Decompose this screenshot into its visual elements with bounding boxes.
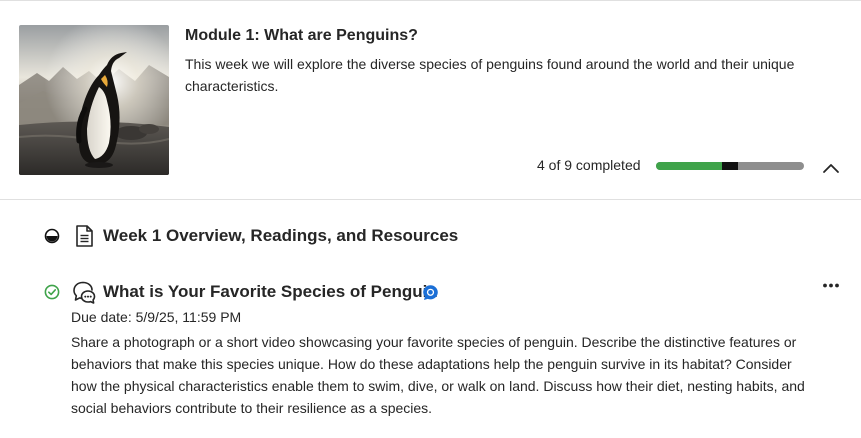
item-description: Share a photograph or a short video show… <box>71 334 805 416</box>
new-activity-icon <box>422 284 439 301</box>
item-title-link[interactable]: What is Your Favorite Species of Penguin <box>103 282 438 302</box>
progress-fill-current <box>722 162 738 170</box>
module-header: Module 1: What are Penguins? This week w… <box>0 1 861 199</box>
chevron-up-icon <box>823 164 839 173</box>
content-item-overview: Week 1 Overview, Readings, and Resources <box>0 223 861 253</box>
more-options-icon <box>823 283 839 288</box>
progress-text: 4 of 9 completed <box>537 157 641 173</box>
progress-fill-completed <box>656 162 722 170</box>
collapse-module-button[interactable] <box>818 157 844 179</box>
document-icon <box>71 223 97 249</box>
more-options-button[interactable] <box>818 281 844 299</box>
penguin-photo <box>19 25 169 175</box>
discussion-icon <box>71 279 97 305</box>
content-item-discussion: What is Your Favorite Species of Penguin… <box>0 279 861 429</box>
due-date: Due date: 5/9/25, 11:59 PM <box>71 309 242 325</box>
item-title-link[interactable]: Week 1 Overview, Readings, and Resources <box>103 226 458 246</box>
content-item-row: What is Your Favorite Species of Penguin <box>0 279 861 305</box>
course-content-page: Module 1: What are Penguins? This week w… <box>0 0 861 438</box>
section-divider <box>0 199 861 200</box>
module-title: Module 1: What are Penguins? <box>185 27 418 44</box>
content-item-row: Week 1 Overview, Readings, and Resources <box>0 223 861 249</box>
progress-bar <box>656 162 804 170</box>
module-description: This week we will explore the diverse sp… <box>185 56 795 94</box>
partial-progress-icon <box>44 228 60 244</box>
completed-check-icon <box>44 284 60 300</box>
